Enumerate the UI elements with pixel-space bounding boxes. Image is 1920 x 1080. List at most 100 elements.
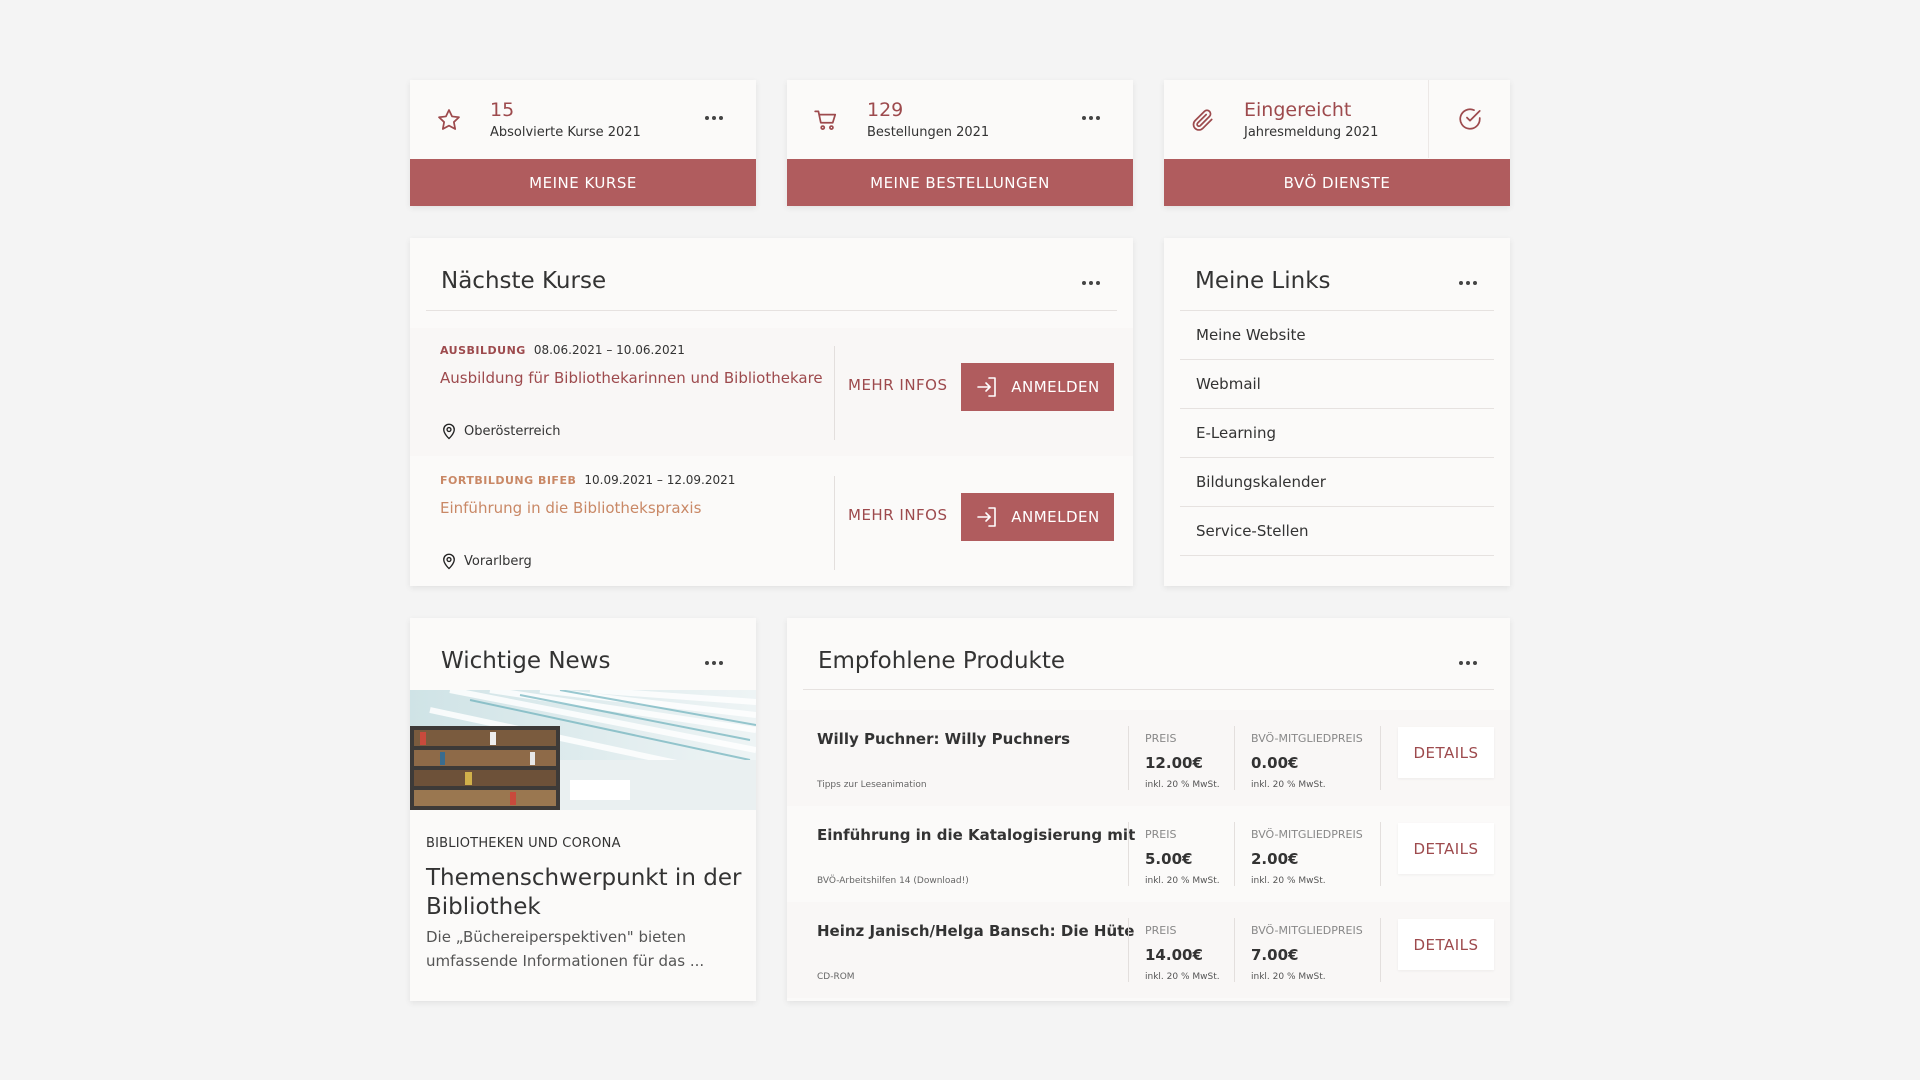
cart-icon — [814, 110, 837, 130]
member-price-label: BVÖ-MITGLIEDPREIS — [1251, 924, 1363, 937]
my-orders-button[interactable]: MEINE BESTELLUNGEN — [787, 159, 1133, 206]
course-tag: FORTBILDUNG BIFEB 10.09.2021 – 12.09.2021 — [440, 473, 735, 487]
more-options-icon[interactable] — [1076, 108, 1106, 128]
register-button[interactable]: ANMELDEN — [961, 363, 1114, 411]
stat-card-top: Eingereicht Jahresmeldung 2021 — [1164, 80, 1510, 158]
details-button[interactable]: DETAILS — [1398, 919, 1494, 970]
more-options-icon[interactable] — [699, 108, 729, 128]
member-price-value: 7.00€ — [1251, 946, 1299, 964]
course-location: Oberösterreich — [440, 421, 561, 441]
link-item[interactable]: Service-Stellen — [1180, 507, 1494, 556]
course-row: AUSBILDUNG 08.06.2021 – 10.06.2021 Ausbil… — [410, 328, 1133, 456]
news-card: Wichtige News BIBLIOTHEKEN UND CORONA Th… — [410, 618, 756, 1001]
news-teaser: Die „Büchereiperspektiven" bieten umfass… — [426, 928, 705, 970]
price-label: PREIS — [1145, 924, 1177, 937]
details-button[interactable]: DETAILS — [1398, 823, 1494, 874]
product-row: Heinz Janisch/Helga Bansch: Die Hüte CD-… — [787, 902, 1510, 998]
link-item[interactable]: Meine Website — [1180, 311, 1494, 360]
divider — [426, 310, 1117, 311]
news-image[interactable] — [410, 690, 756, 810]
location-label: Vorarlberg — [464, 553, 532, 569]
course-date: 10.09.2021 – 12.09.2021 — [584, 473, 736, 487]
tax-note: inkl. 20 % MwSt. — [1145, 780, 1220, 790]
price-label: PREIS — [1145, 828, 1177, 841]
price-column: PREIS 5.00€ inkl. 20 % MwSt. — [1128, 822, 1234, 886]
next-courses-card: Nächste Kurse AUSBILDUNG 08.06.2021 – 10.… — [410, 238, 1133, 586]
news-category: BIBLIOTHEKEN UND CORONA — [426, 836, 621, 851]
register-label: ANMELDEN — [1011, 508, 1100, 526]
more-info-button[interactable]: MEHR INFOS — [848, 506, 948, 524]
news-headline[interactable]: Themenschwerpunkt in der Bibliothek — [426, 864, 746, 922]
stat-number: 129 — [867, 99, 904, 121]
stat-card-report: Eingereicht Jahresmeldung 2021 BVÖ DIENS… — [1164, 80, 1510, 206]
tax-note: inkl. 20 % MwSt. — [1251, 972, 1326, 982]
divider — [834, 346, 835, 440]
stat-number: 15 — [490, 99, 515, 121]
check-circle-icon — [1428, 80, 1510, 158]
member-price-value: 2.00€ — [1251, 850, 1299, 868]
register-label: ANMELDEN — [1011, 378, 1100, 396]
tax-note: inkl. 20 % MwSt. — [1145, 876, 1220, 886]
divider — [803, 689, 1494, 690]
card-title: Empfohlene Produkte — [818, 648, 1066, 674]
products-card: Empfohlene Produkte Willy Puchner: Willy… — [787, 618, 1510, 1001]
product-subtitle: CD-ROM — [817, 972, 855, 982]
member-price-label: BVÖ-MITGLIEDPREIS — [1251, 828, 1363, 841]
login-icon — [977, 507, 997, 527]
price-column: PREIS 14.00€ inkl. 20 % MwSt. — [1128, 918, 1234, 982]
product-subtitle: Tipps zur Leseanimation — [817, 780, 927, 790]
product-row: Willy Puchner: Willy Puchners Tipps zur … — [787, 710, 1510, 806]
link-item[interactable]: Bildungskalender — [1180, 458, 1494, 507]
price-value: 5.00€ — [1145, 850, 1193, 868]
course-row: FORTBILDUNG BIFEB 10.09.2021 – 12.09.2021… — [410, 458, 1133, 586]
star-icon — [438, 109, 460, 130]
location-label: Oberösterreich — [464, 423, 561, 439]
paperclip-icon — [1192, 109, 1213, 131]
link-item[interactable]: E-Learning — [1180, 409, 1494, 458]
more-options-icon[interactable] — [1453, 273, 1483, 293]
member-price-label: BVÖ-MITGLIEDPREIS — [1251, 732, 1363, 745]
product-name[interactable]: Heinz Janisch/Helga Bansch: Die Hüte — [817, 922, 1134, 940]
stat-card-courses: 15 Absolvierte Kurse 2021 MEINE KURSE — [410, 80, 756, 206]
course-category: FORTBILDUNG BIFEB — [440, 474, 577, 487]
member-price-value: 0.00€ — [1251, 754, 1299, 772]
tax-note: inkl. 20 % MwSt. — [1251, 780, 1326, 790]
course-name[interactable]: Einführung in die Bibliothekspraxis — [440, 499, 701, 517]
product-name[interactable]: Einführung in die Katalogisierung mit — [817, 826, 1135, 844]
card-title: Nächste Kurse — [441, 268, 607, 294]
product-name[interactable]: Willy Puchner: Willy Puchners — [817, 730, 1070, 748]
link-item[interactable]: Webmail — [1180, 360, 1494, 409]
more-options-icon[interactable] — [1076, 273, 1106, 293]
register-button[interactable]: ANMELDEN — [961, 493, 1114, 541]
course-tag: AUSBILDUNG 08.06.2021 – 10.06.2021 — [440, 343, 685, 357]
price-value: 14.00€ — [1145, 946, 1203, 964]
more-options-icon[interactable] — [1453, 653, 1483, 673]
more-options-icon[interactable] — [699, 653, 729, 673]
details-button[interactable]: DETAILS — [1398, 727, 1494, 778]
course-name[interactable]: Ausbildung für Bibliothekarinnen und Bib… — [440, 369, 823, 387]
price-column: PREIS 12.00€ inkl. 20 % MwSt. — [1128, 726, 1234, 790]
login-icon — [977, 377, 997, 397]
course-location: Vorarlberg — [440, 551, 532, 571]
price-label: PREIS — [1145, 732, 1177, 745]
product-row: Einführung in die Katalogisierung mit BV… — [787, 806, 1510, 902]
tax-note: inkl. 20 % MwSt. — [1251, 876, 1326, 886]
course-category: AUSBILDUNG — [440, 344, 526, 357]
price-value: 12.00€ — [1145, 754, 1203, 772]
card-title: Meine Links — [1195, 268, 1331, 294]
stat-card-top: 15 Absolvierte Kurse 2021 — [410, 80, 756, 158]
bvo-services-button[interactable]: BVÖ DIENSTE — [1164, 159, 1510, 206]
member-price-column: BVÖ-MITGLIEDPREIS 7.00€ inkl. 20 % MwSt. — [1234, 918, 1380, 982]
divider — [1380, 822, 1381, 886]
member-price-column: BVÖ-MITGLIEDPREIS 2.00€ inkl. 20 % MwSt. — [1234, 822, 1380, 886]
stat-card-orders: 129 Bestellungen 2021 MEINE BESTELLUNGEN — [787, 80, 1133, 206]
stat-label: Absolvierte Kurse 2021 — [490, 125, 641, 140]
divider — [1380, 726, 1381, 790]
more-info-button[interactable]: MEHR INFOS — [848, 376, 948, 394]
stat-label: Bestellungen 2021 — [867, 125, 990, 140]
my-links-card: Meine Links Meine Website Webmail E-Lear… — [1164, 238, 1510, 586]
stat-status: Eingereicht — [1244, 99, 1352, 121]
my-courses-button[interactable]: MEINE KURSE — [410, 159, 756, 206]
location-pin-icon — [443, 553, 455, 570]
stat-card-top: 129 Bestellungen 2021 — [787, 80, 1133, 158]
